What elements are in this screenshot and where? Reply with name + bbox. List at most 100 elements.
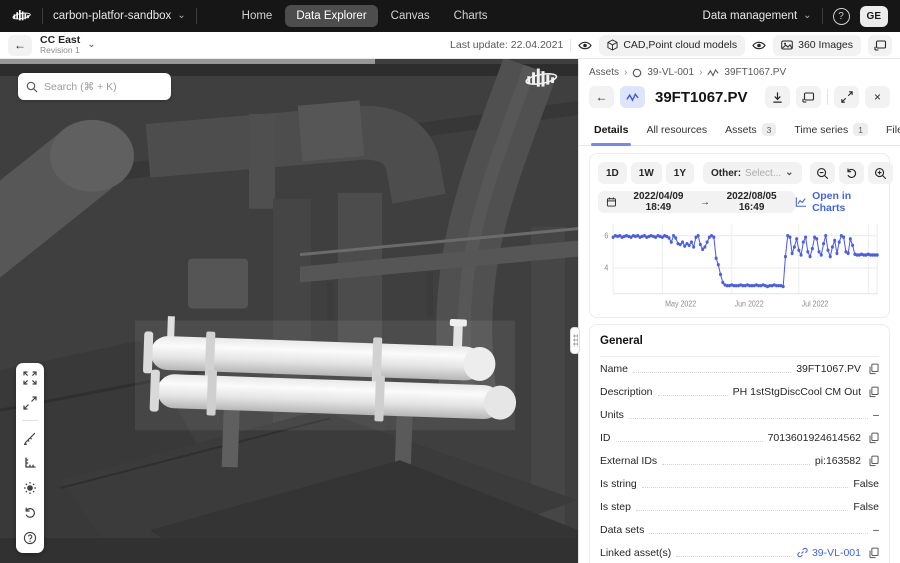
copy-icon[interactable] [868, 547, 879, 559]
breadcrumb-sep: › [699, 67, 702, 78]
time-range-buttons: 1D1W1Y [598, 162, 694, 184]
detail-row: Units– [600, 403, 879, 426]
nav-canvas[interactable]: Canvas [380, 5, 441, 27]
avatar[interactable]: GE [860, 6, 888, 27]
general-heading: General [600, 325, 879, 357]
detail-panel: Assets › 39-VL-001 › 39FT1067.PV ← 39FT1… [578, 59, 900, 563]
cognite-logo-icon[interactable] [12, 8, 32, 24]
panel-back-button[interactable]: ← [589, 86, 614, 108]
flip-layout-icon[interactable] [868, 35, 892, 56]
open-in-charts-label: Open in Charts [812, 190, 881, 214]
field-value: – [873, 524, 879, 536]
reset-view-icon[interactable] [22, 505, 38, 521]
copy-icon[interactable] [868, 386, 879, 398]
ruler-corner-icon[interactable] [22, 455, 38, 471]
leader-dots [658, 395, 728, 396]
fullscreen-icon[interactable] [22, 395, 38, 411]
panel-resize-handle[interactable] [570, 327, 580, 354]
copy-icon[interactable] [868, 363, 879, 375]
other-range-select[interactable]: Other: Select... ⌄ [703, 162, 802, 184]
field-value: 7013601924614562 [768, 432, 861, 444]
cad-models-label: CAD,Point cloud models [623, 39, 737, 51]
measure-icon[interactable] [22, 430, 38, 446]
asset-icon [632, 68, 642, 78]
field-label: Is step [600, 501, 631, 513]
arrow-right-icon: → [700, 197, 710, 208]
model-selector[interactable]: CC East Revision 1 ⌄ [40, 35, 96, 56]
cad-models-button[interactable]: CAD,Point cloud models [599, 35, 745, 56]
range-1y[interactable]: 1Y [666, 162, 694, 184]
date-range-picker[interactable]: 2022/04/09 18:49 → 2022/08/05 16:49 [598, 191, 795, 213]
panel-body: 1D1W1Y Other: Select... ⌄ [579, 146, 900, 563]
tab-badge: 3 [762, 123, 777, 136]
tab-all-resources[interactable]: All resources [637, 116, 716, 145]
breadcrumb-assets[interactable]: Assets [589, 67, 619, 78]
zoom-in-icon[interactable] [868, 162, 893, 184]
leader-dots [616, 441, 763, 442]
nav-data-explorer[interactable]: Data Explorer [285, 5, 377, 27]
field-label: Description [600, 386, 653, 398]
download-icon[interactable] [765, 86, 790, 108]
timeseries-chart[interactable]: 46May 2022Jun 2022Jul 2022 [598, 219, 881, 313]
tab-details[interactable]: Details [585, 116, 637, 145]
timeseries-type-icon [620, 86, 645, 108]
breadcrumb-asset[interactable]: 39-VL-001 [647, 67, 694, 78]
chevron-down-icon: ⌄ [87, 40, 95, 50]
range-1d[interactable]: 1D [598, 162, 627, 184]
svg-text:6: 6 [604, 231, 608, 241]
model-toolbar: ← CC East Revision 1 ⌄ Last update: 22.0… [0, 32, 900, 59]
open-in-canvas-icon[interactable] [796, 86, 821, 108]
help-icon[interactable] [22, 530, 38, 546]
reset-zoom-icon[interactable] [839, 162, 864, 184]
help-icon[interactable]: ? [833, 8, 850, 25]
field-label: Is string [600, 478, 637, 490]
detail-row: Is stringFalse [600, 472, 879, 495]
date-range-row: 2022/04/09 18:49 → 2022/08/05 16:49 Open… [598, 190, 881, 214]
search-input[interactable] [44, 81, 163, 93]
detail-row: External IDspi:163582 [600, 449, 879, 472]
tab-time-series[interactable]: Time series1 [785, 115, 877, 145]
other-label: Other: [711, 168, 741, 179]
field-value: False [853, 501, 879, 513]
project-selector[interactable]: carbon-platfor-sandbox ⌄ [53, 10, 186, 22]
chevron-down-icon: ⌄ [785, 168, 793, 178]
open-in-charts-link[interactable]: Open in Charts [795, 190, 881, 214]
range-1w[interactable]: 1W [631, 162, 662, 184]
detail-row: Data sets – [600, 518, 879, 541]
visibility-360-icon[interactable] [752, 40, 766, 51]
tab-files[interactable]: Files4 [877, 115, 900, 145]
copy-icon[interactable] [868, 432, 879, 444]
3d-scene[interactable] [0, 59, 578, 563]
topbar-right: Data management ⌄ ? GE [703, 6, 888, 27]
fit-view-icon[interactable] [22, 370, 38, 386]
breadcrumb-sep: › [624, 67, 627, 78]
zoom-out-icon[interactable] [810, 162, 835, 184]
field-value: – [873, 409, 879, 421]
divider [822, 8, 823, 24]
linked-asset-link[interactable]: 39-VL-001 [797, 547, 861, 559]
close-icon[interactable]: × [865, 86, 890, 108]
expand-icon[interactable] [834, 86, 859, 108]
calendar-icon [606, 196, 617, 208]
visibility-cad-icon[interactable] [578, 40, 592, 51]
back-button[interactable]: ← [8, 35, 32, 56]
3d-viewer[interactable] [0, 59, 578, 563]
detail-row: Is step False [600, 495, 879, 518]
page-title: 39FT1067.PV [655, 89, 759, 106]
field-label: Data sets [600, 524, 644, 536]
viewer-search [18, 73, 171, 100]
general-rows: Name39FT1067.PVDescriptionPH 1stStgDiscC… [600, 357, 879, 563]
breadcrumb-timeseries[interactable]: 39FT1067.PV [724, 67, 786, 78]
tab-label: Files [886, 124, 900, 136]
leader-dots [636, 510, 848, 511]
images-360-button[interactable]: 360 Images [773, 35, 861, 56]
leader-dots [642, 487, 849, 488]
leader-dots [662, 464, 810, 465]
data-management-menu[interactable]: Data management ⌄ [703, 10, 812, 22]
brightness-icon[interactable] [22, 480, 38, 496]
tab-assets[interactable]: Assets3 [716, 115, 785, 145]
nav-charts[interactable]: Charts [443, 5, 499, 27]
divider [827, 89, 828, 105]
copy-icon[interactable] [868, 455, 879, 467]
nav-home[interactable]: Home [231, 5, 284, 27]
